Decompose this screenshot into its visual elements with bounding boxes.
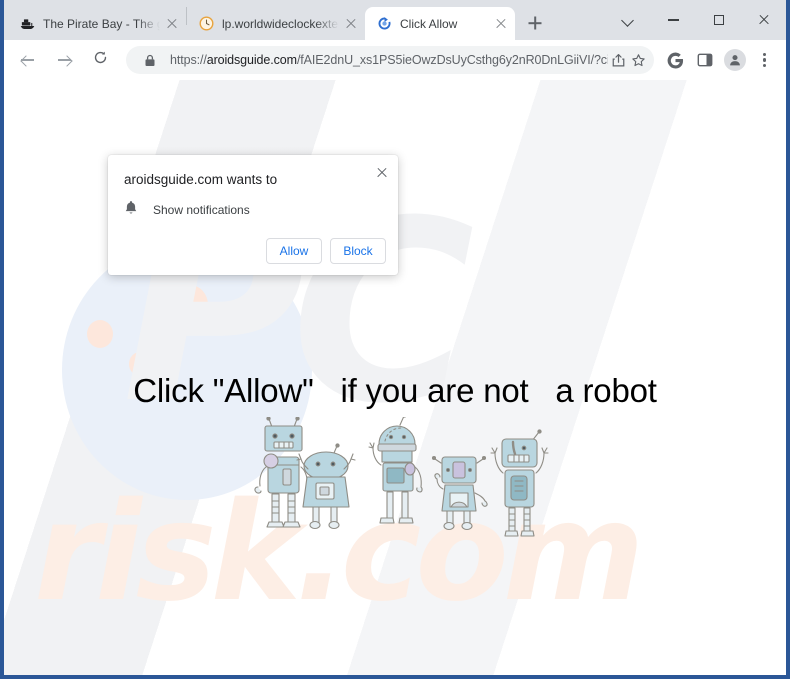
page-headline: Click "Allow" if you are not a robot [133, 372, 657, 409]
minimize-button[interactable] [651, 4, 696, 36]
close-window-button[interactable] [741, 4, 786, 36]
block-button[interactable]: Block [330, 238, 386, 264]
url-text: https://aroidsguide.com/fAIE2dnU_xs1PS5i… [170, 53, 608, 67]
tab-title: The Pirate Bay - The gala [43, 16, 160, 31]
close-icon[interactable] [164, 16, 180, 32]
google-button[interactable] [661, 46, 689, 74]
lock-icon[interactable] [140, 50, 160, 70]
close-icon[interactable] [493, 16, 509, 32]
back-button[interactable] [14, 46, 42, 74]
chevron-down-icon [623, 15, 634, 26]
tab-title: lp.worldwideclockextens [222, 16, 339, 31]
new-tab-button[interactable] [521, 9, 549, 37]
chrome-menu-button[interactable] [751, 46, 779, 74]
bell-icon [124, 200, 138, 220]
chrome-refresh-icon [376, 16, 392, 32]
browser-toolbar: https://aroidsguide.com/fAIE2dnU_xs1PS5i… [4, 40, 786, 80]
ship-icon [19, 16, 35, 32]
allow-button[interactable]: Allow [266, 238, 322, 264]
browser-window: The Pirate Bay - The gala lp.worldwidecl… [0, 0, 790, 679]
notification-permission-dialog: aroidsguide.com wants to Show notificati… [108, 155, 398, 275]
tab-pirate-bay[interactable]: The Pirate Bay - The gala [8, 7, 186, 40]
profile-button[interactable] [721, 46, 749, 74]
arrow-left-icon [21, 53, 35, 67]
maximize-icon [713, 15, 724, 25]
arrow-right-icon [57, 53, 71, 67]
close-icon[interactable] [343, 16, 359, 32]
minimize-icon [668, 19, 679, 21]
robots-illustration [247, 413, 557, 539]
background-dot [87, 320, 113, 348]
tab-search-button[interactable] [606, 4, 651, 36]
tab-click-allow[interactable]: Click Allow [365, 7, 515, 40]
permission-row: Show notifications [124, 200, 382, 220]
address-bar[interactable]: https://aroidsguide.com/fAIE2dnU_xs1PS5i… [126, 46, 654, 74]
background-dot [172, 285, 208, 325]
window-controls [606, 0, 786, 40]
page-content: PC risk.com Click "Allow" if you are not… [4, 80, 786, 675]
side-panel-button[interactable] [691, 46, 719, 74]
reload-button[interactable] [86, 46, 114, 74]
forward-button[interactable] [50, 46, 78, 74]
tab-worldwideclock[interactable]: lp.worldwideclockextens [187, 7, 365, 40]
dialog-buttons: Allow Block [266, 238, 386, 264]
avatar [724, 49, 746, 71]
kebab-menu-icon [763, 51, 767, 69]
maximize-button[interactable] [696, 4, 741, 36]
clock-icon [198, 16, 214, 32]
permission-label: Show notifications [153, 203, 250, 217]
tab-strip: The Pirate Bay - The gala lp.worldwidecl… [4, 0, 786, 40]
reload-icon [93, 50, 108, 70]
tab-title: Click Allow [400, 16, 458, 31]
dialog-title: aroidsguide.com wants to [124, 172, 278, 187]
close-icon[interactable] [375, 166, 389, 180]
bookmark-star-icon[interactable] [628, 50, 648, 70]
share-icon[interactable] [608, 50, 628, 70]
close-icon [758, 14, 770, 26]
background-dot [152, 325, 166, 341]
